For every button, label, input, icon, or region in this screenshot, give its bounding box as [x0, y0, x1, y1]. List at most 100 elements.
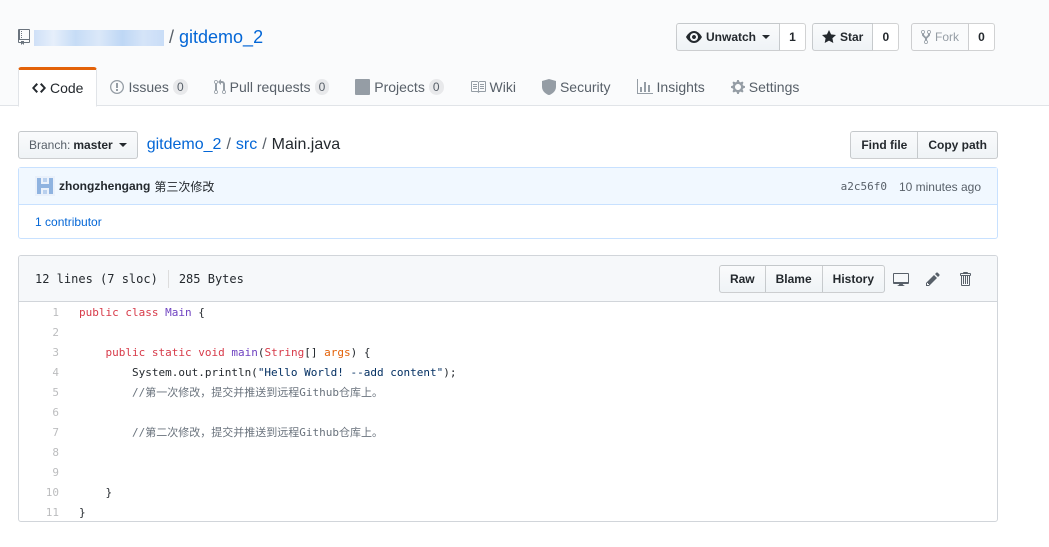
delete-file-button[interactable]	[949, 265, 981, 293]
tab-security-label: Security	[559, 79, 611, 95]
project-icon	[355, 79, 371, 95]
code-line: 8	[19, 442, 997, 462]
file-viewer: 12 lines (7 sloc) 285 Bytes Raw Blame Hi…	[18, 255, 998, 522]
gear-icon	[730, 80, 745, 94]
star-icon	[822, 30, 836, 43]
line-number[interactable]: 5	[19, 386, 69, 399]
pull-request-icon	[213, 79, 226, 95]
projects-counter: 0	[428, 79, 444, 95]
tab-issues[interactable]: Issues 0	[97, 67, 200, 107]
line-code: }	[79, 505, 86, 519]
line-number[interactable]: 3	[19, 346, 69, 359]
file-lines-info: 12 lines (7 sloc)	[35, 271, 158, 286]
fork-icon	[921, 29, 931, 45]
breadcrumb-separator: /	[226, 136, 231, 153]
blame-button[interactable]: Blame	[765, 265, 823, 293]
tab-projects-label: Projects	[374, 79, 425, 95]
repo-header: / gitdemo_2 Unwatch 1 Star 0 Fork 0 Code	[0, 0, 1049, 107]
issue-icon	[110, 80, 125, 94]
line-number[interactable]: 8	[19, 446, 69, 459]
contributors-count: 1	[35, 214, 42, 229]
tab-projects[interactable]: Projects 0	[342, 67, 456, 107]
code-line: 7 //第二次修改，提交并推送到远程Github仓库上。	[19, 422, 997, 442]
line-number[interactable]: 10	[19, 486, 69, 499]
commit-tease: zhongzhengang 第三次修改 a2c56f0 10 minutes a…	[18, 167, 998, 239]
breadcrumb: gitdemo_2 / src / Main.java	[147, 136, 340, 154]
code-line: 11 }	[19, 502, 997, 521]
code-line: 4 System.out.println("Hello World! --add…	[19, 362, 997, 382]
repo-path-separator: /	[169, 26, 175, 47]
repo-nav: Code Issues 0 Pull requests 0 Projects 0…	[18, 67, 812, 107]
line-number[interactable]: 2	[19, 326, 69, 339]
trashcan-icon	[960, 272, 971, 286]
line-code: public class Main {	[79, 305, 205, 319]
star-count[interactable]: 0	[873, 23, 900, 51]
code-line: 9	[19, 462, 997, 482]
edit-file-button[interactable]	[917, 265, 949, 293]
line-number[interactable]: 9	[19, 466, 69, 479]
tab-pull-requests[interactable]: Pull requests 0	[201, 67, 343, 107]
repo-name-link[interactable]: gitdemo_2	[179, 27, 263, 48]
line-number[interactable]: 1	[19, 306, 69, 319]
tab-code[interactable]: Code	[18, 67, 98, 107]
code-line: 5 //第一次修改，提交并推送到远程Github仓库上。	[19, 382, 997, 402]
commit-author-link[interactable]: zhongzhengang	[59, 179, 150, 193]
line-number[interactable]: 4	[19, 366, 69, 379]
unwatch-label: Unwatch	[706, 30, 757, 44]
open-desktop-button[interactable]	[885, 265, 917, 293]
repo-owner-link[interactable]	[34, 30, 164, 46]
breadcrumb-repo-link[interactable]: gitdemo_2	[147, 136, 222, 154]
contributors-link[interactable]: 1 contributor	[35, 215, 102, 229]
find-file-button[interactable]: Find file	[850, 131, 919, 159]
tab-insights[interactable]: Insights	[624, 67, 718, 107]
file-view-buttons: Raw Blame History	[718, 265, 885, 293]
tab-insights-label: Insights	[656, 79, 705, 95]
line-number[interactable]: 6	[19, 406, 69, 419]
file-size: 285 Bytes	[178, 271, 244, 286]
pull-requests-counter: 0	[314, 79, 330, 95]
line-number[interactable]: 11	[19, 506, 69, 519]
line-code: public static void main(String[] args) {	[105, 345, 371, 359]
avatar[interactable]	[35, 176, 55, 196]
tab-wiki[interactable]: Wiki	[457, 67, 529, 107]
file-nav-actions: Find file Copy path	[850, 131, 998, 159]
unwatch-button[interactable]: Unwatch	[676, 23, 781, 51]
tab-issues-label: Issues	[128, 79, 169, 95]
graph-icon	[636, 79, 653, 94]
issues-counter: 0	[172, 79, 188, 95]
chevron-down-icon	[762, 35, 771, 39]
commit-sha-link[interactable]: a2c56f0	[841, 180, 887, 193]
copy-path-button[interactable]: Copy path	[918, 131, 998, 159]
branch-label: Branch:	[29, 138, 71, 152]
line-code: System.out.println("Hello World! --add c…	[79, 365, 457, 379]
fork-count[interactable]: 0	[969, 23, 995, 51]
commit-message-link[interactable]: 第三次修改	[154, 178, 214, 195]
line-code: //第一次修改，提交并推送到远程Github仓库上。	[79, 386, 383, 399]
tab-security[interactable]: Security	[529, 67, 624, 107]
eye-icon	[686, 31, 702, 43]
breadcrumb-src-link[interactable]: src	[236, 136, 257, 154]
star-button[interactable]: Star	[812, 23, 874, 51]
commit-meta: a2c56f0 10 minutes ago	[841, 168, 981, 205]
device-desktop-icon	[893, 273, 909, 286]
book-icon	[470, 81, 486, 93]
branch-select-button[interactable]: Branch: master	[18, 131, 138, 159]
code-line: 10 }	[19, 482, 997, 502]
breadcrumb-current-file: Main.java	[271, 136, 341, 153]
pencil-icon	[926, 272, 940, 286]
watch-count[interactable]: 1	[780, 23, 807, 51]
history-button[interactable]: History	[822, 265, 885, 293]
tab-settings[interactable]: Settings	[718, 67, 813, 107]
shield-icon	[541, 79, 556, 95]
tab-code-label: Code	[50, 80, 84, 96]
watch-group: Unwatch 1	[676, 23, 807, 51]
latest-commit: zhongzhengang 第三次修改 a2c56f0 10 minutes a…	[19, 168, 997, 205]
fork-button[interactable]: Fork	[911, 23, 969, 51]
file-info-divider	[167, 269, 169, 288]
code-blob: 1 public class Main { 2 3 public static …	[19, 302, 997, 521]
file-actions: Raw Blame History	[718, 265, 981, 293]
commit-time: 10 minutes ago	[898, 179, 981, 194]
raw-button[interactable]: Raw	[718, 265, 766, 293]
line-number[interactable]: 7	[19, 426, 69, 439]
file-header: 12 lines (7 sloc) 285 Bytes Raw Blame Hi…	[19, 256, 997, 302]
